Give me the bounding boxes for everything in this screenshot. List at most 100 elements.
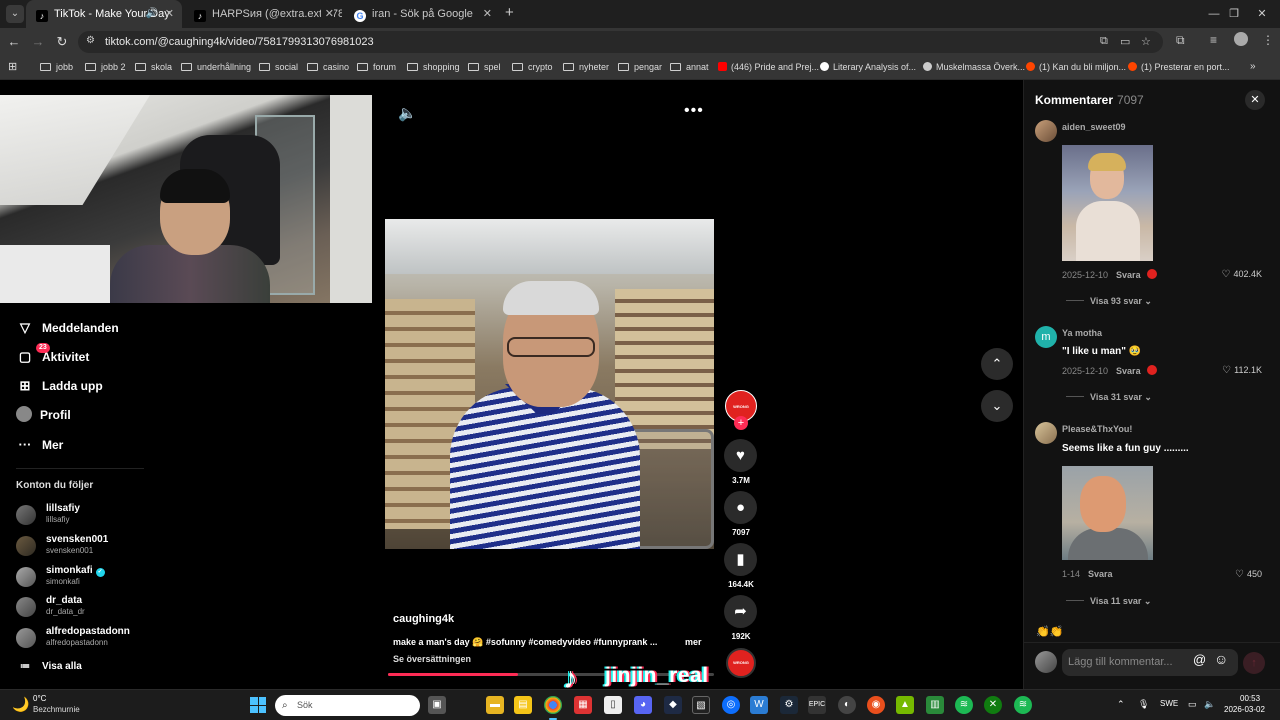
- view-replies-button[interactable]: Visa 31 svar ⌄: [1066, 392, 1152, 403]
- more-options-icon[interactable]: •••: [684, 102, 704, 120]
- tab-google-iran[interactable]: Giran - Sök på Google ✕: [344, 0, 500, 28]
- weather-temp[interactable]: 0°C: [33, 694, 46, 703]
- comment-like-button[interactable]: ♡ 450: [1214, 569, 1262, 580]
- bookmark-folder-pengar[interactable]: pengar: [618, 56, 662, 78]
- sidebar-item-activity[interactable]: ▢ 23 Aktivitet: [16, 343, 89, 367]
- app-icon[interactable]: ▥: [926, 696, 944, 714]
- comment-image[interactable]: [1062, 466, 1153, 560]
- bookmark-folder-jobb-2[interactable]: jobb 2: [85, 56, 126, 78]
- start-button[interactable]: [250, 697, 266, 713]
- back-button[interactable]: ←: [5, 33, 23, 51]
- close-icon[interactable]: ✕: [483, 0, 492, 28]
- file-explorer-icon[interactable]: ▬: [486, 696, 504, 714]
- video-author[interactable]: caughing4k: [393, 613, 454, 625]
- app-icon[interactable]: ◉: [867, 696, 885, 714]
- reload-button[interactable]: ↻: [53, 33, 71, 51]
- app-icon[interactable]: ▦: [574, 696, 592, 714]
- new-tab-button[interactable]: +: [505, 4, 514, 21]
- tab-tiktok-make-your-day[interactable]: ♪ TikTok - Make Your Day 🔊 ✕: [26, 0, 182, 28]
- task-view-icon[interactable]: ▣: [428, 696, 446, 714]
- comment-username[interactable]: aiden_sweet09: [1062, 122, 1126, 132]
- app-icon[interactable]: ▧: [692, 696, 710, 714]
- avatar[interactable]: [1035, 120, 1057, 142]
- app-icon[interactable]: ◎: [722, 696, 740, 714]
- word-icon[interactable]: W: [750, 696, 768, 714]
- site-info-icon[interactable]: ⚙: [86, 35, 95, 46]
- comment-button[interactable]: ●: [724, 491, 757, 524]
- app-icon[interactable]: ◆: [664, 696, 682, 714]
- bookmark-folder-forum[interactable]: forum: [357, 56, 396, 78]
- next-video-button[interactable]: ⌄: [981, 390, 1013, 422]
- close-comments-button[interactable]: ✕: [1245, 90, 1265, 110]
- microphone-icon[interactable]: 🎙: [1138, 699, 1149, 710]
- tab-harpsiya[interactable]: ♪HARPSия (@extra.extra78) | Tik ✕: [184, 0, 342, 28]
- bookmark-star-icon[interactable]: ☆: [1141, 35, 1151, 48]
- video-player[interactable]: [385, 219, 714, 549]
- network-icon[interactable]: ▭: [1188, 699, 1197, 710]
- music-disc[interactable]: WRONG: [726, 648, 756, 678]
- bookmark-folder-crypto[interactable]: crypto: [512, 56, 553, 78]
- bookmark-folder-social[interactable]: social: [259, 56, 298, 78]
- see-all-button[interactable]: ≔ Visa alla: [16, 657, 82, 677]
- previous-video-button[interactable]: ⌃: [981, 348, 1013, 380]
- bookmark-folder-nyheter[interactable]: nyheter: [563, 56, 609, 78]
- sidebar-item-messages[interactable]: ▽ Meddelanden: [16, 318, 119, 338]
- volume-icon[interactable]: 🔈: [1204, 699, 1215, 710]
- comment-like-button[interactable]: ♡ 402.4K: [1214, 269, 1263, 280]
- avatar[interactable]: m: [1035, 326, 1057, 348]
- sticky-notes-icon[interactable]: ▤: [514, 696, 532, 714]
- following-item[interactable]: alfredopastadonn alfredopastadonn: [16, 626, 216, 652]
- reply-button[interactable]: Svara: [1116, 270, 1141, 280]
- spotify-icon[interactable]: ≋: [955, 696, 973, 714]
- bookmark-pride-and-prejudice[interactable]: (446) Pride and Prej...: [718, 56, 819, 78]
- document-icon[interactable]: ▯: [604, 696, 622, 714]
- comment-username[interactable]: Ya motha: [1062, 328, 1102, 338]
- comment-image[interactable]: [1062, 145, 1153, 261]
- following-item[interactable]: lillsafiy lillsafiy: [16, 503, 216, 529]
- bookmark-folder-annat[interactable]: annat: [670, 56, 709, 78]
- share-button[interactable]: ➦: [724, 595, 757, 628]
- speaker-icon[interactable]: 🔊: [146, 0, 158, 28]
- post-comment-button[interactable]: ↑: [1243, 652, 1265, 674]
- discord-icon[interactable]: ◕: [634, 696, 652, 714]
- save-button[interactable]: ▮: [724, 543, 757, 576]
- following-item[interactable]: dr_data dr_data_dr: [16, 595, 216, 621]
- avatar[interactable]: [1035, 422, 1057, 444]
- caption-more-button[interactable]: mer: [685, 637, 702, 647]
- weather-desc[interactable]: Bezchmurnie: [33, 705, 80, 714]
- bookmark-presterar-en-port[interactable]: (1) Presterar en port...: [1128, 56, 1230, 78]
- profile-avatar[interactable]: [1234, 32, 1248, 46]
- address-bar[interactable]: ⚙ tiktok.com/@caughing4k/video/758179931…: [78, 31, 1163, 53]
- emoji-icon[interactable]: ☺: [1214, 651, 1228, 667]
- moon-icon[interactable]: 🌙: [12, 696, 29, 713]
- sidebar-item-more[interactable]: ··· Mer: [16, 435, 64, 455]
- bookmark-muskelmassa[interactable]: Muskelmassa Överk...: [923, 56, 1025, 78]
- tab-search-button[interactable]: ⌄: [6, 5, 24, 23]
- spotify-icon[interactable]: ≋: [1014, 696, 1032, 714]
- translate-icon[interactable]: ⧉: [1100, 35, 1108, 48]
- view-replies-button[interactable]: Visa 11 svar ⌄: [1066, 596, 1151, 607]
- chrome-icon[interactable]: [544, 696, 562, 720]
- close-icon[interactable]: ✕: [320, 0, 334, 28]
- epic-games-icon[interactable]: EPIC: [808, 696, 826, 714]
- comment-input[interactable]: Lägg till kommentar...: [1062, 649, 1238, 676]
- bookmark-literary-analysis[interactable]: Literary Analysis of...: [820, 56, 916, 78]
- nvidia-icon[interactable]: ▲: [896, 696, 914, 714]
- bookmark-folder-spel[interactable]: spel: [468, 56, 501, 78]
- language-indicator[interactable]: SWE: [1160, 699, 1178, 708]
- forward-button[interactable]: →: [29, 33, 47, 51]
- bookmark-folder-casino[interactable]: casino: [307, 56, 349, 78]
- bookmark-folder-underhallning[interactable]: underhållning: [181, 56, 251, 78]
- window-close-button[interactable]: ✕: [1242, 0, 1280, 28]
- taskbar-time[interactable]: 00:53: [1240, 694, 1260, 703]
- taskbar-date[interactable]: 2026-03-02: [1224, 705, 1265, 714]
- app-icon[interactable]: ◐: [838, 696, 856, 714]
- bookmarks-overflow-icon[interactable]: »: [1250, 56, 1256, 78]
- mention-icon[interactable]: @: [1193, 652, 1206, 667]
- taskbar-search[interactable]: ⌕ Sök: [275, 695, 420, 716]
- reply-button[interactable]: Svara: [1116, 366, 1141, 376]
- bookmark-folder-skola[interactable]: skola: [135, 56, 172, 78]
- apps-icon[interactable]: ⊞: [8, 56, 17, 78]
- see-translation-button[interactable]: Se översättningen: [393, 654, 471, 664]
- view-replies-button[interactable]: Visa 93 svar ⌄: [1066, 296, 1152, 307]
